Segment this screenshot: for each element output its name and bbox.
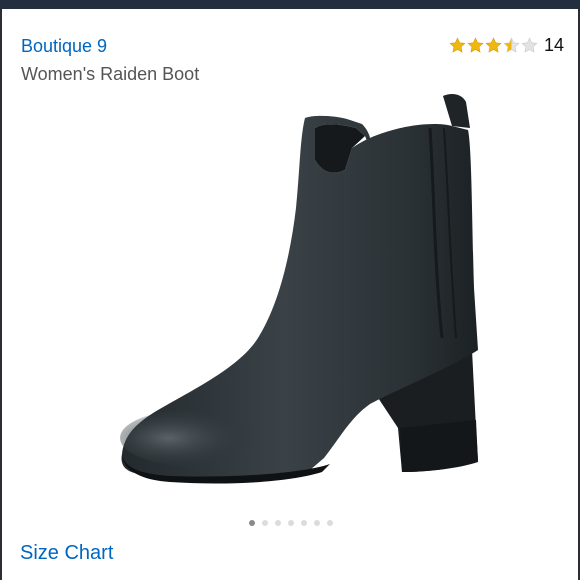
carousel-dot[interactable] xyxy=(314,520,320,526)
carousel-dots[interactable] xyxy=(249,520,340,526)
carousel-dot[interactable] xyxy=(275,520,281,526)
rating-stars[interactable] xyxy=(449,36,539,54)
product-title: Women's Raiden Boot xyxy=(21,64,200,84)
star-icon xyxy=(467,36,484,53)
carousel-dot-active[interactable] xyxy=(249,520,255,526)
star-icon xyxy=(485,36,502,53)
star-icon xyxy=(449,36,466,53)
carousel-dot[interactable] xyxy=(301,520,307,526)
carousel-dot[interactable] xyxy=(262,520,268,526)
star-half-icon xyxy=(503,36,520,53)
top-bar xyxy=(0,0,580,9)
frame-border-left xyxy=(0,9,2,580)
brand-link[interactable]: Boutique 9 xyxy=(21,36,107,56)
review-count[interactable]: 14 xyxy=(544,35,564,55)
size-chart-link[interactable]: Size Chart xyxy=(20,541,113,565)
star-empty-icon xyxy=(521,36,538,53)
carousel-dot[interactable] xyxy=(327,520,333,526)
rating-widget[interactable]: 14 xyxy=(449,34,564,56)
carousel-dot[interactable] xyxy=(288,520,294,526)
ankle-boot-image[interactable] xyxy=(100,88,490,503)
